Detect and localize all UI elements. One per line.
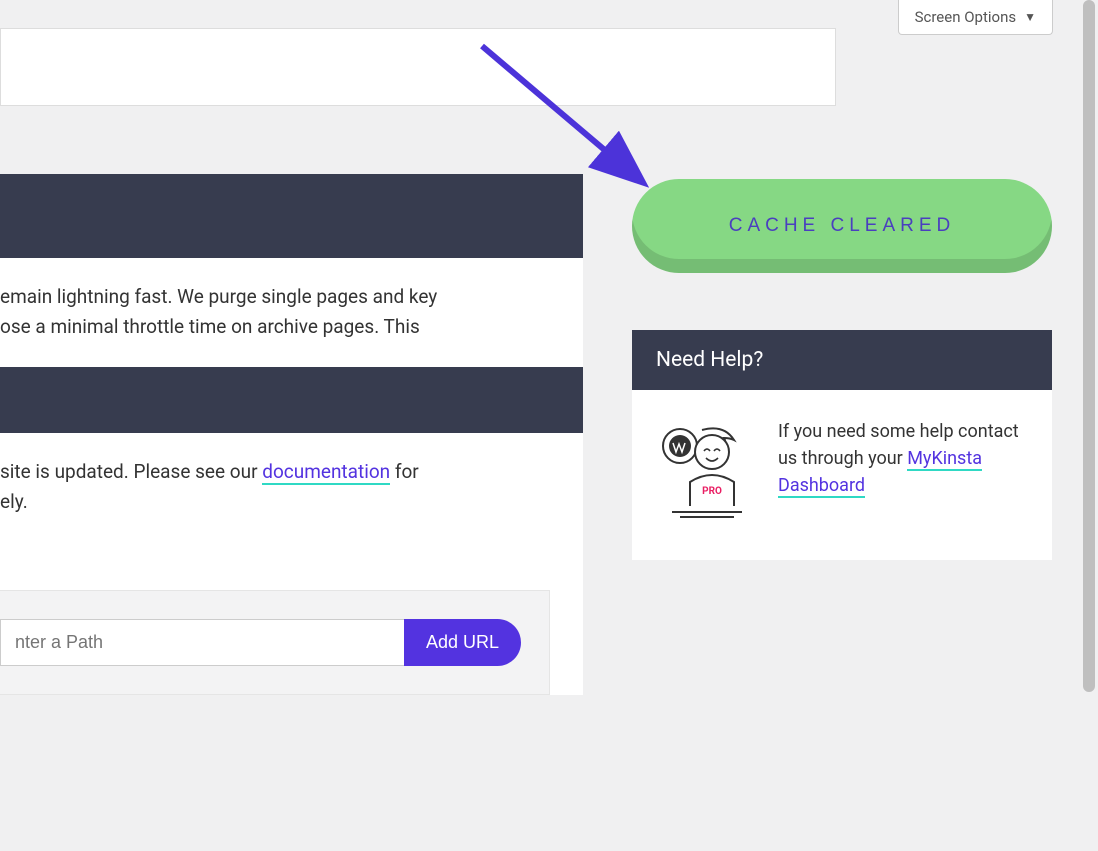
screen-options-button[interactable]: Screen Options ▼ bbox=[898, 0, 1053, 35]
pro-badge-text: PRO bbox=[702, 486, 722, 497]
para2-part1: site is updated. Please see our bbox=[0, 460, 262, 483]
section-header-2 bbox=[0, 367, 583, 433]
path-input[interactable] bbox=[0, 619, 404, 666]
help-panel: Need Help? PRO bbox=[632, 330, 1052, 560]
para1-line1: emain lightning fast. We purge single pa… bbox=[0, 285, 437, 308]
para2-part2: for bbox=[390, 460, 419, 483]
scrollbar-thumb[interactable] bbox=[1083, 0, 1095, 692]
documentation-link[interactable]: documentation bbox=[262, 460, 390, 485]
vertical-scrollbar[interactable] bbox=[1080, 0, 1098, 851]
section-header-1 bbox=[0, 174, 583, 258]
help-panel-title: Need Help? bbox=[632, 330, 1052, 390]
help-panel-body: PRO If you need some help contact us thr… bbox=[632, 390, 1052, 560]
add-url-row: Add URL bbox=[0, 590, 550, 695]
para2-part3: ely. bbox=[0, 490, 28, 513]
section-2-text: site is updated. Please see our document… bbox=[0, 433, 583, 542]
main-column: emain lightning fast. We purge single pa… bbox=[0, 174, 583, 695]
add-url-button[interactable]: Add URL bbox=[404, 619, 521, 666]
screen-options-label: Screen Options bbox=[915, 8, 1017, 26]
para1-line2: ose a minimal throttle time on archive p… bbox=[0, 315, 420, 338]
top-panel bbox=[0, 28, 836, 106]
support-illustration: PRO bbox=[656, 418, 754, 522]
help-text-part1: If you need some help contact us through… bbox=[778, 421, 1019, 469]
cache-cleared-button[interactable]: CACHE CLEARED bbox=[632, 179, 1052, 273]
help-text: If you need some help contact us through… bbox=[778, 418, 1028, 499]
section-1-text: emain lightning fast. We purge single pa… bbox=[0, 258, 583, 367]
chevron-down-icon: ▼ bbox=[1024, 10, 1036, 24]
